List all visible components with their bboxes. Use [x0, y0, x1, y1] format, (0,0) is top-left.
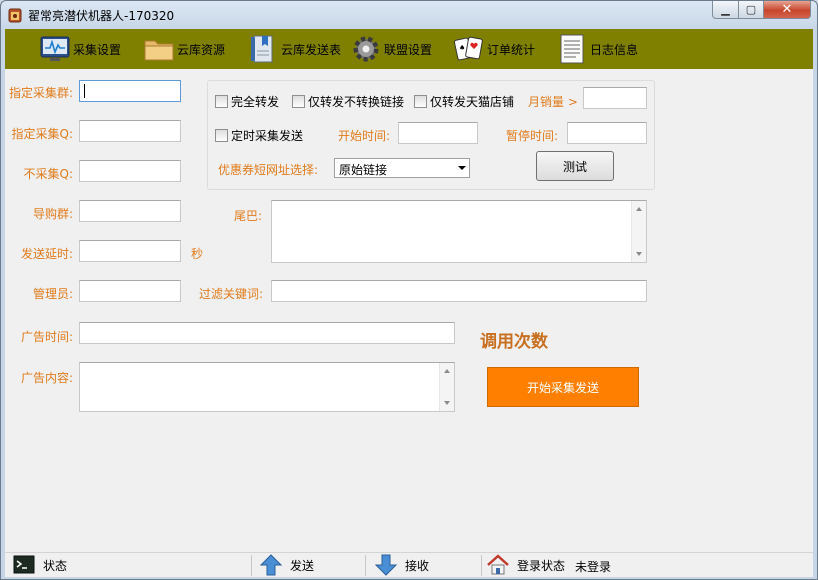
coupon-url-selected: 原始链接 [339, 163, 388, 177]
monitor-icon [40, 36, 70, 61]
ad-time-label: 广告时间: [20, 330, 73, 344]
exclude-q-input[interactable] [79, 160, 181, 182]
main-panel: 采集设置 云库资源 云库发送表 联盟设置 ♠ 订单统计 日志信息 指定采集群: … [5, 29, 813, 577]
login-label: 登录状态 [517, 558, 566, 573]
chevron-down-icon[interactable] [458, 166, 466, 170]
shopping-group-input[interactable] [79, 200, 181, 222]
coupon-url-label: 优惠券短网址选择: [218, 163, 319, 177]
maximize-button[interactable]: ▢ [738, 1, 764, 19]
checkbox-label: 仅转发不转换链接 [308, 95, 405, 109]
terminal-icon [13, 555, 35, 574]
tab-cloud-resources[interactable]: 云库资源 [143, 33, 225, 65]
checkbox-box[interactable] [215, 129, 228, 142]
ad-content-label: 广告内容: [20, 371, 73, 385]
usage-count-label: 调用次数 [480, 332, 548, 352]
admin-input[interactable] [79, 280, 181, 302]
login-status-value: 未登录 [575, 560, 612, 574]
start-collect-send-button[interactable]: 开始采集发送 [487, 367, 639, 407]
gear-icon [353, 36, 379, 62]
filter-keywords-input[interactable] [271, 280, 647, 302]
coupon-url-select[interactable]: 原始链接 [334, 158, 470, 178]
send-label: 发送 [290, 558, 315, 573]
scroll-up-icon[interactable] [444, 369, 450, 373]
tab-cloud-send-list[interactable]: 云库发送表 [247, 33, 341, 65]
book-icon [251, 35, 273, 63]
receive-label: 接收 [405, 558, 430, 573]
start-time-label: 开始时间: [338, 129, 391, 143]
pause-time-label: 暂停时间: [506, 129, 559, 143]
scroll-down-icon[interactable] [636, 252, 642, 256]
ad-content-textarea[interactable] [79, 362, 455, 412]
folder-icon [144, 40, 174, 61]
checkbox-box[interactable] [292, 95, 305, 108]
full-forward-checkbox[interactable]: 完全转发 [215, 93, 279, 110]
checkbox-label: 定时采集发送 [231, 129, 304, 143]
tab-label: 云库资源 [177, 42, 226, 57]
scroll-up-icon[interactable] [636, 207, 642, 211]
tail-scrollbar[interactable] [631, 201, 646, 262]
checkbox-label: 完全转发 [231, 95, 280, 109]
login-section: 登录状态 [487, 554, 565, 576]
svg-text:♠: ♠ [459, 44, 465, 52]
tab-label: 日志信息 [590, 42, 639, 57]
close-button[interactable]: ✕ [763, 1, 811, 19]
arrow-up-icon [260, 554, 282, 576]
designated-q-input[interactable] [79, 120, 181, 142]
admin-label: 管理员: [32, 287, 73, 301]
window-title: 翟常亮潜伏机器人-170320 [28, 9, 175, 23]
designated-group-label: 指定采集群: [8, 86, 73, 100]
text-caret [84, 84, 85, 98]
status-section: 状态 [13, 554, 67, 576]
exclude-q-label: 不采集Q: [23, 167, 74, 181]
send-section: 发送 [260, 554, 314, 576]
start-time-input[interactable] [398, 122, 478, 144]
checkbox-box[interactable] [215, 95, 228, 108]
designated-group-input[interactable] [79, 80, 181, 102]
tail-label: 尾巴: [234, 209, 263, 223]
checkbox-label: 仅转发天猫店铺 [430, 95, 515, 109]
scroll-down-icon[interactable] [444, 401, 450, 405]
shopping-group-label: 导购群: [32, 207, 73, 221]
minimize-button[interactable]: ▁ [712, 1, 739, 19]
tab-log-info[interactable]: 日志信息 [556, 33, 638, 65]
designated-q-label: 指定采集Q: [11, 127, 74, 141]
ad-content-scrollbar[interactable] [439, 363, 454, 411]
status-bar: 状态 发送 接收 登录状态 未登录 [5, 552, 813, 577]
app-window: 翟常亮潜伏机器人-170320 ▁ ▢ ✕ 采集设置 云库资源 云库发送表 联盟… [0, 0, 818, 580]
tail-textarea[interactable] [271, 200, 647, 263]
receive-section: 接收 [375, 554, 429, 576]
cards-icon: ♠ [453, 36, 483, 61]
monthly-sales-label: 月销量 > [528, 95, 578, 109]
tab-label: 云库发送表 [281, 42, 342, 57]
tab-order-stats[interactable]: ♠ 订单统计 [453, 33, 535, 65]
toolbar: 采集设置 云库资源 云库发送表 联盟设置 ♠ 订单统计 日志信息 [5, 29, 813, 69]
document-icon [560, 34, 584, 64]
monthly-sales-input[interactable] [583, 87, 647, 109]
status-divider [481, 555, 482, 576]
forward-no-convert-checkbox[interactable]: 仅转发不转换链接 [292, 93, 404, 110]
filter-keywords-label: 过滤关键词: [199, 287, 264, 301]
checkbox-box[interactable] [414, 95, 427, 108]
status-divider [251, 555, 252, 576]
tab-label: 订单统计 [487, 42, 536, 57]
forward-tmall-checkbox[interactable]: 仅转发天猫店铺 [414, 93, 514, 110]
timed-send-checkbox[interactable]: 定时采集发送 [215, 127, 303, 144]
tab-label: 采集设置 [73, 42, 122, 57]
pause-time-input[interactable] [567, 122, 647, 144]
send-delay-input[interactable] [79, 240, 181, 262]
status-label: 状态 [43, 558, 68, 573]
seconds-unit-label: 秒 [191, 247, 204, 261]
app-icon [8, 8, 22, 23]
send-delay-label: 发送延时: [20, 247, 73, 261]
tab-label: 联盟设置 [384, 42, 433, 57]
home-icon [487, 554, 509, 575]
tab-alliance-settings[interactable]: 联盟设置 [350, 33, 432, 65]
tab-collect-settings[interactable]: 采集设置 [39, 33, 121, 65]
ad-time-input[interactable] [79, 322, 455, 344]
status-divider [365, 555, 366, 576]
title-bar[interactable]: 翟常亮潜伏机器人-170320 ▁ ▢ ✕ [1, 1, 817, 29]
arrow-down-icon [375, 554, 397, 576]
test-button[interactable]: 测试 [536, 151, 614, 181]
